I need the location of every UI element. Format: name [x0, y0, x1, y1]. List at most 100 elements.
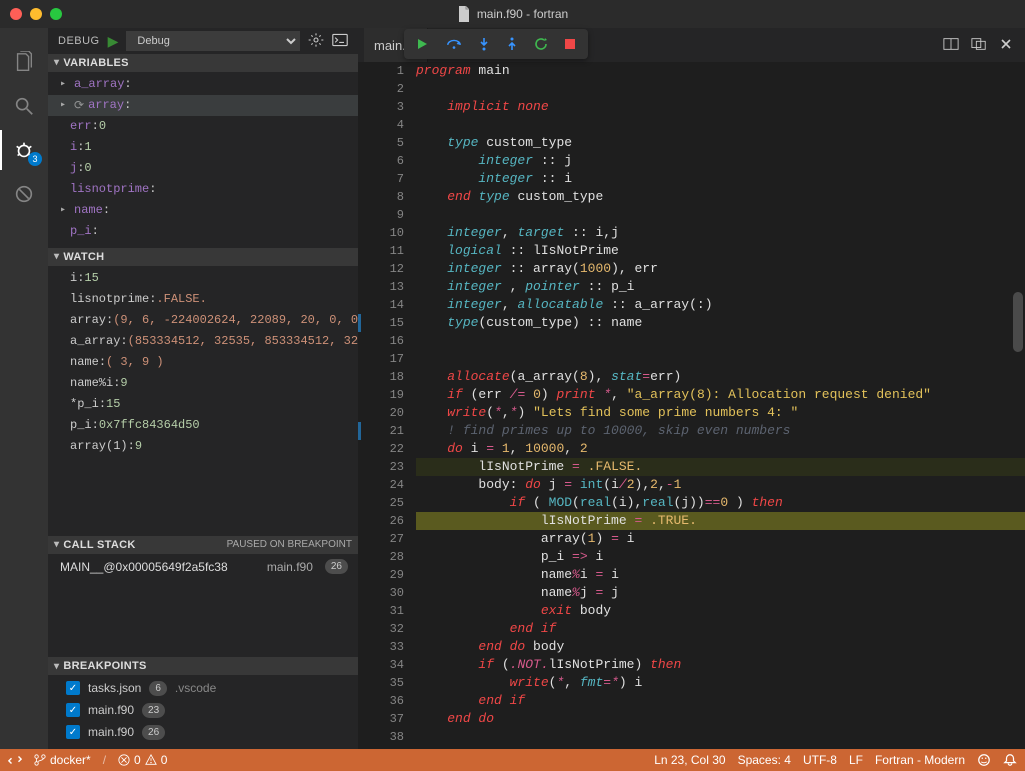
callstack-frame-source: main.f90 — [267, 560, 313, 574]
debug-toolbar — [404, 29, 588, 59]
watch-row[interactable]: array: (9, 6, -224002624, 22089, 20, 0, … — [48, 310, 358, 331]
variable-row[interactable]: j: 0 — [48, 158, 358, 179]
window-title: main.f90 - fortran — [0, 6, 1025, 22]
status-remote[interactable]: docker* — [34, 753, 91, 767]
activity-debug[interactable]: 3 — [0, 130, 48, 170]
status-cursor-position[interactable]: Ln 23, Col 30 — [654, 753, 725, 767]
debug-header: DEBUG ▶ Debug — [48, 28, 358, 54]
status-eol[interactable]: LF — [849, 753, 863, 767]
stop-button[interactable] — [564, 38, 576, 50]
editor-actions — [943, 37, 1025, 54]
section-variables-label: VARIABLES — [63, 57, 128, 69]
watch-row[interactable]: array(1): 9 — [48, 436, 358, 457]
close-editor-icon[interactable] — [999, 37, 1013, 54]
watch-row[interactable]: i: 15 — [48, 268, 358, 289]
step-into-button[interactable] — [478, 37, 490, 51]
statusbar: docker* / 0 0 Ln 23, Col 30 Spaces: 4 UT… — [0, 749, 1025, 771]
activity-explorer[interactable] — [0, 42, 48, 82]
gear-icon[interactable] — [308, 32, 324, 51]
debug-badge: 3 — [28, 152, 42, 166]
section-variables-header[interactable]: ▾ VARIABLES — [48, 54, 358, 72]
watch-row[interactable]: lisnotprime: .FALSE. — [48, 289, 358, 310]
breakpoint-row[interactable]: ✓main.f9023 — [48, 699, 358, 721]
watch-tree: i: 15lisnotprime: .FALSE.array: (9, 6, -… — [48, 266, 358, 463]
activity-search[interactable] — [0, 86, 48, 126]
callstack-tree: MAIN__@0x00005649f2a5fc38 main.f90 26 — [48, 554, 358, 584]
notifications-icon[interactable] — [1003, 753, 1017, 767]
callstack-frame-line: 26 — [325, 559, 348, 574]
chevron-down-icon: ▾ — [54, 251, 59, 262]
continue-button[interactable] — [416, 37, 430, 51]
chevron-down-icon: ▾ — [54, 539, 59, 550]
editor-body[interactable]: 1234567891011121314151617181920212223242… — [358, 62, 1025, 749]
watch-row[interactable]: a_array: (853334512, 32535, 853334512, 3… — [48, 331, 358, 352]
watch-row[interactable]: name%i: 9 — [48, 373, 358, 394]
editor-tabs: main.f9 — [358, 28, 1025, 62]
code-content[interactable]: program main implicit none type custom_t… — [358, 62, 1025, 749]
activity-bar: 3 — [0, 28, 48, 749]
checkbox-icon[interactable]: ✓ — [66, 703, 80, 717]
window-title-text: main.f90 - fortran — [477, 7, 568, 21]
minimize-window-button[interactable] — [30, 8, 42, 20]
variable-row[interactable]: ▸a_array: — [48, 74, 358, 95]
breakpoint-row[interactable]: ✓main.f9026 — [48, 721, 358, 743]
callstack-frame-name: MAIN__@0x00005649f2a5fc38 — [60, 560, 228, 574]
status-language[interactable]: Fortran - Modern — [875, 753, 965, 767]
callstack-frame[interactable]: MAIN__@0x00005649f2a5fc38 main.f90 26 — [48, 556, 358, 578]
chevron-down-icon: ▾ — [54, 661, 59, 672]
status-problems[interactable]: 0 0 — [118, 753, 167, 767]
window-controls — [0, 8, 62, 20]
titlebar: main.f90 - fortran — [0, 0, 1025, 28]
debug-header-label: DEBUG — [58, 35, 100, 47]
feedback-icon[interactable] — [977, 753, 991, 767]
watch-row[interactable]: *p_i: 15 — [48, 394, 358, 415]
step-over-button[interactable] — [446, 37, 462, 51]
variable-row[interactable]: i: 1 — [48, 137, 358, 158]
section-breakpoints-header[interactable]: ▾ BREAKPOINTS — [48, 657, 358, 675]
watch-row[interactable]: p_i: 0x7ffc84364d50 — [48, 415, 358, 436]
step-out-button[interactable] — [506, 37, 518, 51]
checkbox-icon[interactable]: ✓ — [66, 725, 80, 739]
variable-row[interactable]: err: 0 — [48, 116, 358, 137]
checkbox-icon[interactable]: ✓ — [66, 681, 80, 695]
status-indentation[interactable]: Spaces: 4 — [738, 753, 791, 767]
split-editor-icon[interactable] — [943, 37, 959, 54]
warning-icon — [145, 754, 157, 766]
restart-button[interactable] — [534, 37, 548, 51]
line-number-gutter: 1234567891011121314151617181920212223242… — [358, 62, 414, 746]
search-icon — [13, 95, 35, 117]
breakpoint-row[interactable]: ✓tasks.json6.vscode — [48, 677, 358, 699]
status-encoding[interactable]: UTF-8 — [803, 753, 837, 767]
vertical-scrollbar[interactable] — [1013, 292, 1023, 352]
extensions-icon — [13, 183, 35, 205]
variable-row[interactable]: ▸name: — [48, 200, 358, 221]
variables-tree: ▸a_array: ▸⟳array: err: 0i: 1j: 0lisnotp… — [48, 72, 358, 248]
callstack-status: PAUSED ON BREAKPOINT — [227, 539, 352, 550]
start-debug-button[interactable]: ▶ — [108, 33, 119, 50]
watch-row[interactable]: name: ( 3, 9 ) — [48, 352, 358, 373]
remote-indicator[interactable] — [8, 753, 22, 767]
debug-sidebar: DEBUG ▶ Debug ▾ VARIABLES ▸a_array: ▸⟳ar… — [48, 28, 358, 749]
activity-extensions[interactable] — [0, 174, 48, 214]
variable-row[interactable]: ▸⟳array: — [48, 95, 358, 116]
variable-row[interactable]: lisnotprime: — [48, 179, 358, 200]
section-watch-label: WATCH — [63, 251, 104, 263]
close-window-button[interactable] — [10, 8, 22, 20]
error-icon — [118, 754, 130, 766]
chevron-down-icon: ▾ — [54, 57, 59, 68]
variable-row[interactable]: p_i: — [48, 221, 358, 242]
files-icon — [13, 51, 35, 73]
debug-console-icon[interactable] — [332, 33, 348, 50]
breakpoints-tree: ✓tasks.json6.vscode✓main.f9023✓main.f902… — [48, 675, 358, 749]
section-callstack-label: CALL STACK — [63, 539, 135, 551]
branch-icon — [34, 754, 46, 766]
section-breakpoints-label: BREAKPOINTS — [63, 660, 146, 672]
section-callstack-header[interactable]: ▾ CALL STACK PAUSED ON BREAKPOINT — [48, 536, 358, 554]
maximize-window-button[interactable] — [50, 8, 62, 20]
editor-area: main.f9 12345678910111213141516171819202… — [358, 28, 1025, 749]
more-actions-icon[interactable] — [971, 37, 987, 54]
section-watch-header[interactable]: ▾ WATCH — [48, 248, 358, 266]
remote-icon — [8, 753, 22, 767]
debug-config-select[interactable]: Debug — [126, 31, 300, 51]
file-icon — [457, 6, 471, 22]
